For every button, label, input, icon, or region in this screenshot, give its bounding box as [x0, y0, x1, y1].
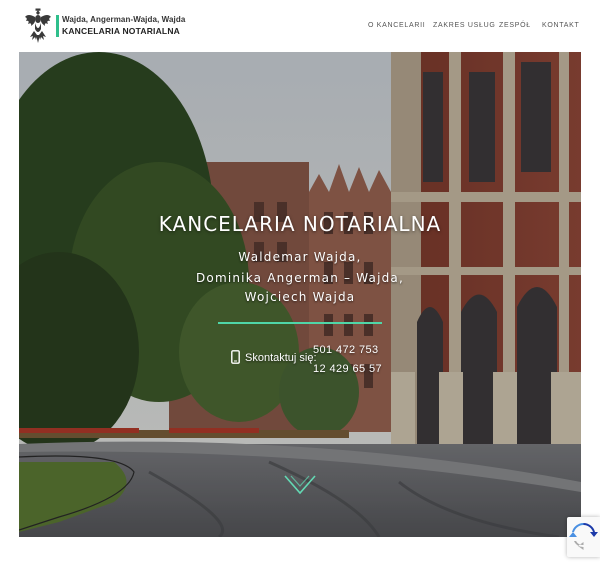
- contact-label: Skontaktuj się:: [245, 352, 317, 364]
- brand-accent-bar: [56, 15, 59, 37]
- phone-mobile[interactable]: 501 472 753: [313, 344, 379, 356]
- hero-divider: [218, 322, 382, 324]
- hero-name-1: Waldemar Wajda,: [238, 250, 362, 264]
- hero-title: KANCELARIA NOTARIALNA: [158, 212, 442, 236]
- phone-landline[interactable]: 12 429 65 57: [313, 363, 382, 375]
- brand-subtitle[interactable]: Wajda, Angerman-Wajda, Wajda: [62, 15, 185, 24]
- site-header: Wajda, Angerman-Wajda, Wajda KANCELARIA …: [0, 0, 600, 52]
- nav-zespol[interactable]: ZESPÓŁ: [499, 22, 531, 29]
- recaptcha-icon: [569, 523, 598, 550]
- nav-kontakt[interactable]: KONTAKT: [542, 22, 579, 29]
- eagle-emblem-icon[interactable]: [24, 7, 52, 45]
- nav-o-kancelarii[interactable]: O KANCELARII: [368, 22, 425, 29]
- recaptcha-badge[interactable]: [567, 517, 600, 557]
- chevron-down-icon[interactable]: [283, 473, 317, 497]
- hero-name-3: Wojciech Wajda: [244, 290, 356, 304]
- mobile-phone-icon: [231, 350, 240, 364]
- nav-zakres-uslug[interactable]: ZAKRES USŁUG: [433, 22, 495, 29]
- hero-name-2: Dominika Angerman – Wajda,: [195, 271, 405, 285]
- brand-title[interactable]: KANCELARIA NOTARIALNA: [62, 26, 180, 36]
